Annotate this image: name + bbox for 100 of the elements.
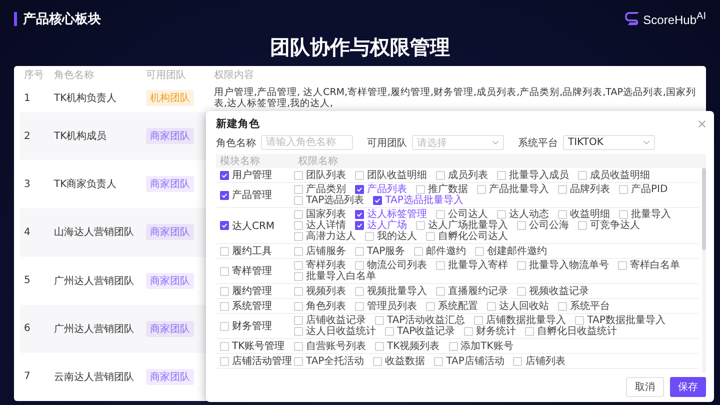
checkbox[interactable]: [355, 210, 364, 219]
permission-label: 我的达人: [377, 231, 417, 242]
permission-label: 国家列表: [306, 209, 346, 220]
team-tag: 商家团队: [146, 272, 194, 289]
module-name: 履约工具: [232, 245, 272, 258]
checkbox[interactable]: [220, 190, 229, 200]
permission-list: 用户管理,产品管理, 达人CRM,寄样管理,履约管理,财务管理,成员列表,产品类别,品牌列表,TAP选品列表,国家列表,达人标签管理,我的达人,: [210, 87, 700, 109]
caret-icon: [643, 140, 650, 145]
team-tag: 商家团队: [146, 224, 194, 240]
permission-label: 店铺列表: [525, 356, 566, 366]
permission-label: 自孵化日收益统计: [537, 326, 618, 337]
permission-label: 系统配置: [438, 300, 478, 312]
permission-label: 产品列表: [367, 184, 407, 195]
save-button[interactable]: 保存: [670, 377, 706, 397]
permission-label: 自孵化公司达人: [438, 231, 508, 242]
field-label: 可用团队: [367, 136, 407, 150]
table-cell-text: 7: [23, 371, 32, 382]
permission-label: 团队收益明细: [367, 170, 427, 180]
permission-label: 视频列表: [306, 286, 346, 296]
permission-label: 财务统计: [476, 326, 516, 337]
caret-icon: [492, 140, 499, 145]
permission-label: 收益明细: [570, 209, 610, 220]
column-header: 可用团队: [145, 69, 187, 82]
permission-label: 产品PID: [631, 184, 668, 195]
column-header: 模块名称: [219, 154, 261, 168]
select-field[interactable]: TIKTOK: [563, 135, 655, 150]
permission-label: 成员收益明细: [590, 170, 650, 180]
permission-label: 视频收益记录: [529, 286, 589, 296]
permission-label: TAP全托活动: [306, 356, 364, 366]
permission-label: 批量导入白名单: [306, 271, 376, 282]
team-tag: 机构团队: [146, 90, 194, 106]
slide-title: 团队协作与权限管理: [269, 34, 451, 60]
module-name: 达人CRM: [232, 220, 275, 232]
permission-label: 批量导入成员: [509, 170, 569, 180]
permission-label: TK视频列表: [387, 340, 440, 352]
permission-label: 达人广场批量导入: [428, 220, 508, 231]
cancel-button[interactable]: 取消: [626, 377, 664, 397]
permission-label: 物流公司列表: [367, 260, 427, 271]
permission-label: 成员列表: [448, 170, 488, 180]
permission-label: 批量导入物流单号: [529, 260, 609, 271]
permission-label: 达人日收益统计: [306, 326, 376, 337]
checkbox[interactable]: [373, 196, 382, 205]
permission-label: 达人广场: [367, 220, 407, 231]
team-tag: 商家团队: [146, 176, 194, 192]
permission-label: 团队列表: [306, 170, 346, 180]
table-cell-text: 2: [23, 130, 32, 142]
permission-label: 系统平台: [570, 300, 610, 312]
permission-label: 高潜力达人: [306, 231, 356, 242]
permission-label: 店铺数据批量导入: [486, 315, 566, 326]
role-name: TK商家负责人: [53, 178, 118, 192]
input-field[interactable]: 请输入角色名称: [261, 135, 353, 150]
module-name: 履约管理: [232, 285, 272, 298]
permission-label: 寄样白名单: [630, 260, 680, 271]
permission-label: 添加TK账号: [460, 340, 514, 352]
column-header: 角色名称: [53, 69, 95, 82]
permission-label: TAP选品批量导入: [385, 195, 464, 206]
column-header: 权限内容: [213, 68, 255, 82]
role-name: 广州达人营销团队: [53, 322, 135, 336]
permission-label: 推广数据: [428, 184, 468, 195]
permission-label: TAP活动收益汇总: [387, 315, 466, 326]
permission-label: 公司达人: [448, 209, 488, 220]
close-icon[interactable]: [698, 120, 706, 128]
permission-label: 创建邮件邀约: [487, 246, 548, 256]
role-name: TK机构成员: [53, 130, 108, 144]
checkbox[interactable]: [355, 185, 364, 194]
permission-label: 达人动态: [509, 209, 549, 220]
permission-label: TAP收益记录: [397, 326, 456, 337]
permission-label: 店铺收益记录: [306, 315, 366, 326]
permission-label: 自营账号列表: [306, 340, 366, 352]
module-name: 系统管理: [232, 300, 272, 313]
section-title: 产品核心板块: [23, 10, 101, 28]
permission-label: 邮件邀约: [426, 246, 466, 256]
permission-label: 直播履约记录: [448, 286, 508, 296]
logo-text: ScoreHub$^{AI}$: [643, 11, 706, 27]
permission-label: 视频批量导入: [367, 286, 427, 296]
permission-label: 可竞争达人: [590, 220, 640, 231]
table-cell-text: 5: [23, 275, 32, 286]
checkbox[interactable]: [220, 170, 229, 180]
checkbox[interactable]: [220, 221, 229, 230]
module-name: 产品管理: [232, 188, 272, 202]
permission-label: 达人详情: [306, 220, 346, 231]
checkbox[interactable]: [355, 221, 364, 230]
logo-icon: [625, 12, 640, 26]
permission-label: TAP店铺活动: [446, 356, 504, 366]
table-cell-text: 3: [23, 178, 32, 190]
role-name: TK机构负责人: [53, 92, 118, 105]
module-name: 用户管理: [232, 168, 272, 182]
table-cell-text: 4: [23, 226, 32, 238]
column-header: 序号: [23, 68, 45, 82]
field-label: 角色名称: [216, 136, 256, 150]
scrollbar[interactable]: [702, 168, 706, 373]
module-name: 店铺活动管理: [232, 354, 292, 368]
team-tag: 商家团队: [146, 128, 194, 144]
table-cell-text: 1: [23, 92, 32, 104]
permission-label: 公司公海: [529, 220, 569, 231]
permission-label: 管理员列表: [367, 300, 417, 312]
table-cell-text: 6: [23, 323, 32, 334]
role-name: 山海达人营销团队: [53, 226, 135, 240]
permission-label: TAP选品列表: [306, 195, 364, 206]
permission-label: 批量导入寄样: [448, 260, 508, 271]
